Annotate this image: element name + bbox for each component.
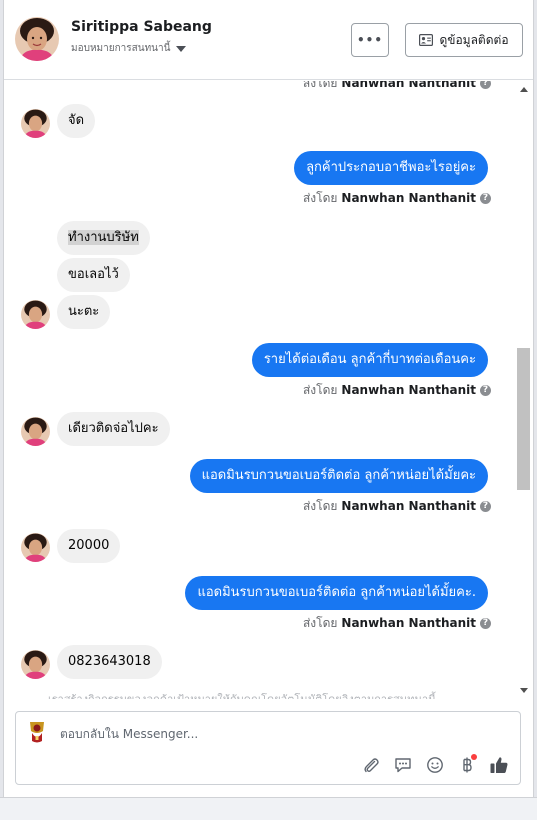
message-incoming: 20000: [57, 529, 121, 563]
paperclip-icon[interactable]: [360, 754, 382, 776]
composer-toolbar: [360, 754, 510, 776]
contact-card-icon: [419, 34, 434, 46]
caret-down-icon: [176, 45, 187, 52]
help-icon[interactable]: ?: [480, 384, 491, 396]
view-contact-info-label: ดูข้อมูลติดต่อ: [439, 32, 509, 47]
message-outgoing: แอดมินรบกวนขอเบอร์ติดต่อ ลูกค้าหน่อยได้ม…: [189, 459, 488, 493]
more-dots-icon: •••: [356, 33, 383, 47]
sent-by-label: ส่งโดย Nanwhan Nanthanit ?: [303, 81, 491, 91]
help-icon[interactable]: ?: [480, 81, 491, 89]
more-options-button[interactable]: •••: [351, 23, 389, 57]
contact-avatar-small: [21, 109, 50, 138]
message-outgoing: ลูกค้าประกอบอาชีพอะไรอยู่คะ: [294, 151, 488, 185]
contact-avatar-small: [21, 533, 50, 562]
conversation-header: Siritippa Sabeang มอบหมายการสนทนานี้ •••…: [4, 0, 533, 80]
help-icon[interactable]: ?: [480, 617, 491, 629]
contact-name[interactable]: Siritippa Sabeang: [71, 19, 212, 35]
message-list[interactable]: ส่งโดย Nanwhan Nanthanit ? จัด ลูกค้าประ…: [4, 81, 515, 699]
view-contact-info-button[interactable]: ดูข้อมูลติดต่อ: [405, 23, 523, 57]
message-incoming: 0823643018: [57, 645, 162, 679]
sent-by-label: ส่งโดย Nanwhan Nanthanit ?: [303, 190, 491, 206]
scroll-up-arrow-icon[interactable]: [520, 87, 528, 92]
smiley-icon[interactable]: [424, 754, 446, 776]
help-icon[interactable]: ?: [480, 500, 491, 512]
assign-label: มอบหมายการสนทนานี้: [71, 43, 171, 54]
baht-icon[interactable]: [456, 754, 478, 776]
contact-avatar-small: [21, 650, 50, 679]
contact-avatar-small: [21, 417, 50, 446]
message-incoming: ทำงานบริษัท: [57, 221, 150, 255]
scroll-thumb[interactable]: [517, 348, 530, 490]
window-bottom-strip: [0, 797, 537, 820]
conversation-panel: Siritippa Sabeang มอบหมายการสนทนานี้ •••…: [3, 0, 534, 797]
page-avatar-icon: [26, 719, 48, 745]
scroll-down-arrow-icon[interactable]: [520, 688, 528, 693]
reply-input[interactable]: [60, 724, 500, 744]
contact-avatar-small: [21, 300, 50, 329]
thumbs-up-icon[interactable]: [488, 754, 510, 776]
assign-conversation-dropdown[interactable]: มอบหมายการสนทนานี้: [71, 41, 187, 56]
message-incoming: ขอเลอไว้: [57, 258, 130, 292]
message-incoming: นะตะ: [57, 295, 111, 329]
sent-by-label: ส่งโดย Nanwhan Nanthanit ?: [303, 615, 491, 631]
message-scrollbar[interactable]: [515, 81, 533, 699]
message-outgoing: แอดมินรบกวนขอเบอร์ติดต่อ ลูกค้าหน่อยได้ม…: [185, 576, 488, 610]
chat-bubble-icon[interactable]: [392, 754, 414, 776]
sent-by-label: ส่งโดย Nanwhan Nanthanit ?: [303, 498, 491, 514]
contact-avatar[interactable]: [15, 17, 59, 61]
message-incoming: จัด: [57, 104, 96, 138]
message-outgoing: รายได้ต่อเดือน ลูกค้ากี่บาทต่อเดือนคะ: [251, 343, 488, 377]
message-incoming: เดียวติดจ่อไปคะ: [57, 412, 170, 446]
auto-activity-notice: เราสร้างกิจกรรมของลูกค้าเป้าหมายให้กับคุ…: [48, 690, 436, 699]
sent-by-label: ส่งโดย Nanwhan Nanthanit ?: [303, 382, 491, 398]
help-icon[interactable]: ?: [480, 192, 491, 204]
notification-dot: [471, 754, 477, 760]
reply-composer: [15, 711, 521, 785]
